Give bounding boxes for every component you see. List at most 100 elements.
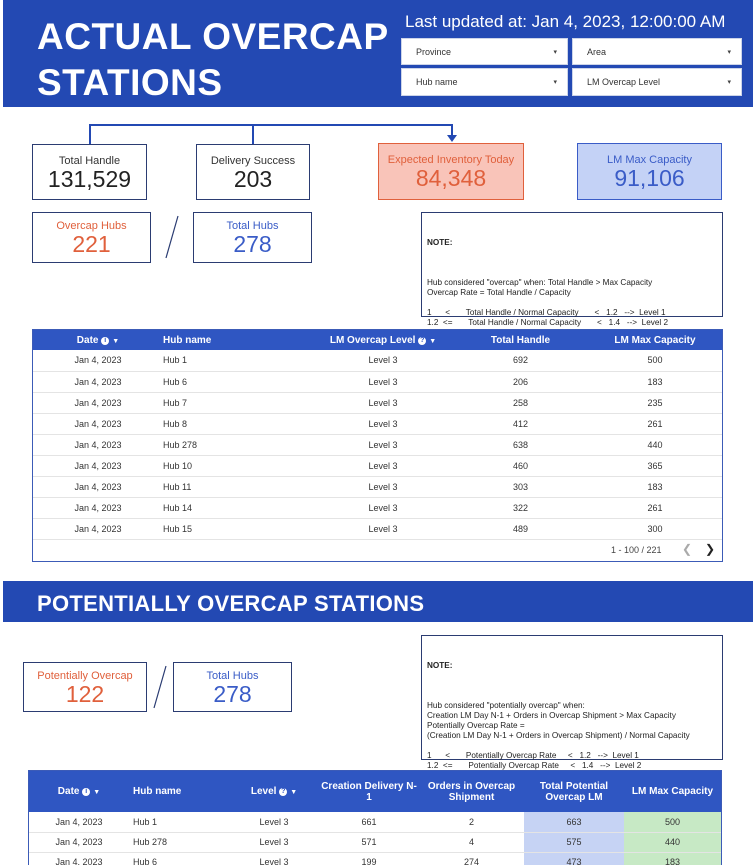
table-row[interactable]: Jan 4, 2023 Hub 11 Level 3 303 183 (33, 476, 722, 498)
page-title: ACTUAL OVERCAP STATIONS (37, 16, 389, 103)
col-lm-overcap-level[interactable]: LM Overcap Level ? ▼ (313, 330, 453, 350)
cell-hub-name: Hub 8 (163, 413, 313, 435)
col-date[interactable]: Date i ▼ (33, 330, 163, 350)
info-icon: i (82, 787, 91, 796)
chevron-down-icon: ▾ (553, 79, 557, 86)
cell-date: Jan 4, 2023 (33, 497, 163, 519)
lm-overcap-level-filter[interactable]: LM Overcap Level ▾ (572, 68, 742, 96)
table-row[interactable]: Jan 4, 2023 Hub 7 Level 3 258 235 (33, 392, 722, 414)
col-level[interactable]: Level ? ▼ (229, 771, 319, 812)
cell-date: Jan 4, 2023 (33, 392, 163, 414)
cell-total-handle: 322 (453, 497, 588, 519)
cell-creation-delivery: 571 (319, 832, 419, 853)
info-icon: ? (418, 336, 427, 345)
note-title: NOTE: (427, 238, 453, 247)
col-hub-name[interactable]: Hub name (163, 330, 313, 350)
cell-level: Level 3 (313, 371, 453, 393)
cell-lm-max-capacity: 500 (624, 812, 721, 833)
cell-lm-max-capacity: 440 (624, 832, 721, 853)
divider-slash (153, 665, 167, 709)
hub-name-filter[interactable]: Hub name ▾ (401, 68, 568, 96)
cell-hub-name: Hub 278 (163, 434, 313, 456)
cell-total-potential: 473 (524, 852, 624, 865)
col-lm-max-capacity[interactable]: LM Max Capacity (588, 330, 722, 350)
sort-desc-icon: ▼ (112, 337, 120, 345)
potentially-overcap-value: 122 (65, 681, 105, 707)
divider-slash (165, 215, 179, 259)
arrow-down-icon (447, 135, 457, 142)
table-row[interactable]: Jan 4, 2023 Hub 6 Level 3 199 274 473 183 (29, 852, 721, 865)
table-row[interactable]: Jan 4, 2023 Hub 10 Level 3 460 365 (33, 455, 722, 477)
connector-line (252, 124, 254, 144)
cell-date: Jan 4, 2023 (29, 852, 129, 865)
cell-level: Level 3 (313, 518, 453, 540)
cell-level: Level 3 (313, 434, 453, 456)
cell-date: Jan 4, 2023 (29, 812, 129, 833)
col-creation-delivery[interactable]: Creation Delivery N-1 (319, 771, 419, 812)
connector-line (89, 124, 453, 126)
table-row[interactable]: Jan 4, 2023 Hub 278 Level 3 638 440 (33, 434, 722, 456)
cell-total-handle: 412 (453, 413, 588, 435)
table-row[interactable]: Jan 4, 2023 Hub 14 Level 3 322 261 (33, 497, 722, 519)
overcap-table: Date i ▼ Hub name LM Overcap Level ? ▼ Tot… (32, 329, 723, 562)
cell-date: Jan 4, 2023 (33, 434, 163, 456)
province-filter[interactable]: Province ▾ (401, 38, 568, 65)
cell-level: Level 3 (229, 812, 319, 833)
total-handle-value: 131,529 (47, 166, 132, 192)
expected-inventory-card: Expected Inventory Today 84,348 (378, 143, 524, 200)
cell-level: Level 3 (313, 455, 453, 477)
potential-overcap-note: NOTE: Hub considered "potentially overca… (421, 635, 723, 780)
cell-level: Level 3 (313, 476, 453, 498)
col-total-potential-overcap-lm[interactable]: Total Potential Overcap LM (524, 771, 624, 812)
prev-page-icon[interactable]: ❮ (682, 542, 692, 556)
table-row[interactable]: Jan 4, 2023 Hub 278 Level 3 571 4 575 440 (29, 832, 721, 853)
total-hubs-card-2: Total Hubs 278 (173, 662, 292, 712)
overcap-hubs-card: Overcap Hubs 221 (32, 212, 151, 263)
cell-date: Jan 4, 2023 (33, 413, 163, 435)
col-orders-in-overcap-shipment[interactable]: Orders in Overcap Shipment (419, 771, 524, 812)
col-hub-name[interactable]: Hub name (129, 771, 229, 812)
lm-max-capacity-value: 91,106 (614, 165, 685, 191)
cell-hub-name: Hub 278 (129, 832, 229, 853)
area-filter-label: Area (587, 46, 607, 57)
table-row[interactable]: Jan 4, 2023 Hub 15 Level 3 489 300 (33, 518, 722, 540)
col-lm-max-capacity[interactable]: LM Max Capacity (624, 771, 721, 812)
cell-hub-name: Hub 15 (163, 518, 313, 540)
cell-total-handle: 692 (453, 350, 588, 372)
cell-lm-max-capacity: 235 (588, 392, 722, 414)
cell-level: Level 3 (229, 832, 319, 853)
delivery-success-value: 203 (233, 166, 273, 192)
cell-lm-max-capacity: 440 (588, 434, 722, 456)
potential-overcap-table: Date i ▼ Hub name Level ? ▼ Creation Deliv… (28, 770, 722, 865)
lm-overcap-level-filter-label: LM Overcap Level (587, 77, 661, 87)
table-row[interactable]: Jan 4, 2023 Hub 8 Level 3 412 261 (33, 413, 722, 435)
table-row[interactable]: Jan 4, 2023 Hub 1 Level 3 661 2 663 500 (29, 812, 721, 833)
table-row[interactable]: Jan 4, 2023 Hub 1 Level 3 692 500 (33, 350, 722, 372)
cell-orders-in-overcap: 2 (419, 812, 524, 833)
col-date[interactable]: Date i ▼ (29, 771, 129, 812)
hub-name-filter-label: Hub name (416, 77, 458, 87)
cell-date: Jan 4, 2023 (29, 832, 129, 853)
table-row[interactable]: Jan 4, 2023 Hub 6 Level 3 206 183 (33, 371, 722, 393)
sort-desc-icon: ▼ (429, 337, 437, 345)
total-hubs-value: 278 (213, 681, 252, 707)
connector-line (89, 124, 91, 144)
note-body: Hub considered "potentially overcap" whe… (427, 701, 690, 780)
info-icon: ? (279, 787, 288, 796)
next-page-icon[interactable]: ❯ (705, 542, 715, 556)
cell-lm-max-capacity: 183 (588, 476, 722, 498)
cell-total-handle: 206 (453, 371, 588, 393)
cell-orders-in-overcap: 4 (419, 832, 524, 853)
cell-total-handle: 303 (453, 476, 588, 498)
cell-total-handle: 638 (453, 434, 588, 456)
cell-hub-name: Hub 14 (163, 497, 313, 519)
cell-creation-delivery: 661 (319, 812, 419, 833)
col-total-handle[interactable]: Total Handle (453, 330, 588, 350)
table-header-row: Date i ▼ Hub name LM Overcap Level ? ▼ Tot… (33, 330, 722, 350)
sort-desc-icon: ▼ (93, 788, 101, 796)
area-filter[interactable]: Area ▾ (572, 38, 742, 65)
cell-date: Jan 4, 2023 (33, 476, 163, 498)
cell-date: Jan 4, 2023 (33, 350, 163, 372)
cell-lm-max-capacity: 300 (588, 518, 722, 540)
overcap-hubs-value: 221 (72, 231, 111, 257)
